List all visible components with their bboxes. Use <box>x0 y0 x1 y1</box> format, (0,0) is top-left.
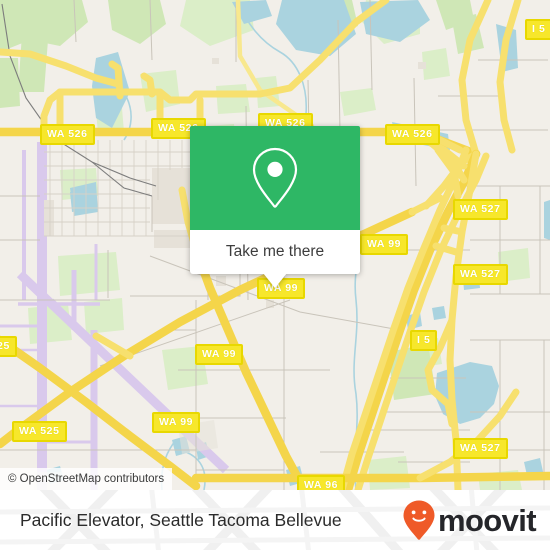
highway-shield: WA 527 <box>453 199 508 220</box>
highway-shield: WA 526 <box>40 124 95 145</box>
highway-shield: WA 527 <box>453 264 508 285</box>
popup-tail <box>263 273 287 288</box>
popup-image-header <box>190 126 360 230</box>
highway-shield: 25 <box>0 336 17 357</box>
moovit-pin-smiley-icon <box>403 500 435 540</box>
highway-shield: WA 99 <box>360 234 409 255</box>
take-me-there-button[interactable]: Take me there <box>190 230 360 274</box>
map-attribution[interactable]: © OpenStreetMap contributors <box>0 468 173 490</box>
location-popup[interactable]: Take me there <box>190 126 360 288</box>
map-screenshot: .w { fill:#aad3df; } .wl { fill:none; st… <box>0 0 550 550</box>
footer-bar: Pacific Elevator, Seattle Tacoma Bellevu… <box>0 490 550 550</box>
highway-shield: WA 99 <box>195 344 244 365</box>
highway-shield: WA 96 <box>297 475 346 490</box>
map-pin-icon <box>252 147 298 208</box>
place-title: Pacific Elevator, Seattle Tacoma Bellevu… <box>20 509 342 530</box>
highway-shield: WA 525 <box>12 421 67 442</box>
highway-shield: WA 99 <box>152 412 201 433</box>
highway-shield: WA 526 <box>385 124 440 145</box>
highway-shield: I 5 <box>525 19 550 40</box>
highway-shield: I 5 <box>410 330 438 351</box>
map-canvas[interactable]: .w { fill:#aad3df; } .wl { fill:none; st… <box>0 0 550 490</box>
highway-shield: WA 527 <box>453 438 508 459</box>
moovit-logo[interactable]: moovit <box>402 499 537 541</box>
moovit-wordmark: moovit <box>437 502 537 538</box>
